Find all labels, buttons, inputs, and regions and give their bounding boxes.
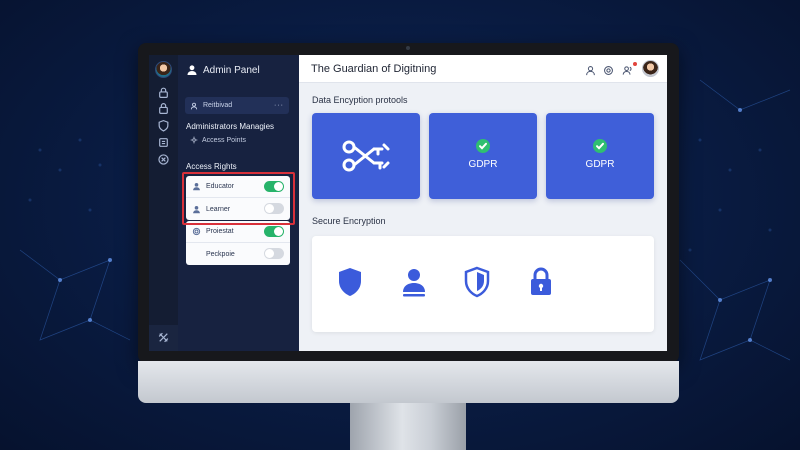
permission-row-label: Proiestat (206, 228, 234, 235)
sidebar-header: Admin Panel (186, 63, 260, 77)
shield-icon[interactable] (157, 119, 170, 132)
page-title: The Guardian of Digitning (311, 63, 437, 75)
shield-outline-icon[interactable] (463, 266, 491, 298)
tile-label: GDPR (585, 159, 615, 170)
user-icon[interactable] (585, 63, 596, 76)
proiestat-toggle[interactable] (264, 226, 284, 237)
icon-rail (149, 55, 178, 351)
peckpoie-toggle[interactable] (264, 248, 284, 259)
secure-encryption-title: Secure Encryption (312, 216, 386, 226)
monitor-chin (138, 361, 679, 403)
user-lock-icon[interactable] (157, 86, 170, 99)
sidebar: Admin Panel Reitbivad ··· Administrators… (178, 55, 299, 351)
monitor-stand (350, 403, 466, 450)
tile-gdpr-2[interactable]: GDPR (546, 113, 654, 199)
keys-icon (342, 140, 390, 172)
permission-row-label: Peckpoie (206, 250, 235, 258)
access-rights-title: Access Rights (186, 162, 237, 171)
protocols-title: Data Encyption protools (312, 95, 408, 105)
lock-icon[interactable] (157, 102, 170, 115)
tools-icon[interactable] (157, 331, 170, 344)
main-content: The Guardian of Digitning Data Encyption… (299, 55, 667, 351)
search-label: Reitbivad (203, 102, 233, 109)
shield-icon[interactable] (336, 266, 364, 298)
access-points-link[interactable]: Access Points (190, 136, 246, 144)
access-points-label: Access Points (202, 136, 246, 144)
more-options-icon[interactable]: ··· (274, 102, 284, 109)
admin-user-icon (187, 65, 197, 75)
avatar[interactable] (155, 61, 172, 78)
tile-gdpr-1[interactable]: GDPR (429, 113, 537, 199)
document-icon[interactable] (157, 136, 170, 149)
notification-badge (633, 62, 637, 66)
tile-keys[interactable] (312, 113, 420, 199)
admin-section-title: Administrators Managies (186, 122, 275, 131)
user-icon[interactable] (400, 266, 428, 298)
access-rights-highlight (182, 172, 295, 225)
network-icon (190, 136, 198, 144)
close-circle-icon[interactable] (157, 153, 170, 166)
users-icon[interactable] (622, 63, 633, 75)
check-icon (593, 139, 607, 153)
tile-label: GDPR (468, 159, 498, 170)
sidebar-search[interactable]: Reitbivad ··· (185, 97, 289, 114)
sidebar-title: Admin Panel (203, 64, 260, 76)
secure-encryption-card (312, 236, 654, 332)
top-bar: The Guardian of Digitning (299, 55, 667, 83)
permission-row-peckpoie[interactable]: Peckpoie (186, 243, 290, 265)
check-icon (476, 139, 490, 153)
rail-footer (149, 325, 178, 351)
padlock-icon[interactable] (527, 266, 555, 298)
permissions-list: Proiestat Peckpoie (186, 221, 290, 265)
camera-dot (406, 46, 410, 50)
user-icon (190, 102, 198, 109)
avatar[interactable] (642, 60, 659, 77)
settings-icon[interactable] (603, 63, 614, 75)
gear-icon (192, 227, 201, 236)
app-screen: Admin Panel Reitbivad ··· Administrators… (149, 55, 667, 351)
